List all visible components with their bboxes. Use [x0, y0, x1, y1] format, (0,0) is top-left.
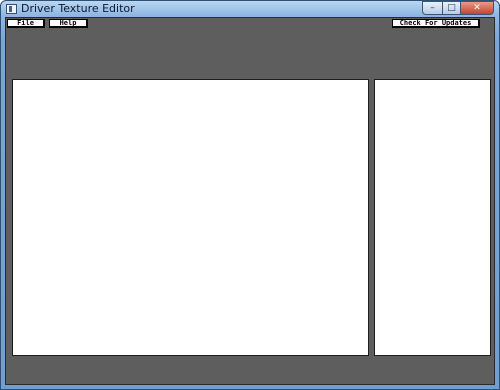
app-window-icon[interactable] [6, 4, 17, 14]
window-title: Driver Texture Editor [21, 2, 135, 15]
title-bar[interactable]: Driver Texture Editor – □ ✕ [1, 1, 499, 17]
app-window: Driver Texture Editor – □ ✕ File Help Ch… [0, 0, 500, 390]
minimize-button[interactable]: – [422, 1, 442, 15]
window-controls: – □ ✕ [422, 1, 494, 16]
texture-canvas-panel[interactable] [12, 79, 369, 356]
check-for-updates-button[interactable]: Check For Updates [392, 19, 480, 28]
maximize-button[interactable]: □ [442, 1, 460, 15]
client-area: File Help Check For Updates [5, 17, 495, 385]
help-menu-button[interactable]: Help [49, 19, 88, 28]
minimize-icon: – [430, 2, 435, 13]
close-button[interactable]: ✕ [460, 1, 494, 15]
close-icon: ✕ [473, 2, 481, 13]
maximize-icon: □ [447, 2, 456, 13]
texture-list-panel[interactable] [374, 79, 491, 356]
file-menu-button[interactable]: File [7, 19, 45, 28]
